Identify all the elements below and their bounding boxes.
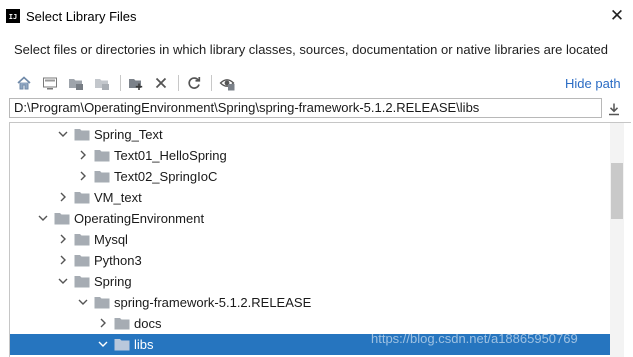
- chevron-down-icon[interactable]: [77, 296, 89, 308]
- toolbar-separator: [120, 75, 121, 91]
- chevron-right-icon[interactable]: [97, 317, 109, 329]
- tree-node-label: OperatingEnvironment: [74, 211, 205, 226]
- tree-node[interactable]: Spring: [10, 271, 610, 292]
- download-icon[interactable]: [604, 99, 624, 119]
- tree-node-label: VM_text: [94, 190, 142, 205]
- folder-icon: [74, 128, 90, 141]
- path-input[interactable]: D:\Program\OperatingEnvironment\Spring\s…: [9, 98, 602, 118]
- tree-node-label: spring-framework-5.1.2.RELEASE: [114, 295, 312, 310]
- folder-icon: [54, 212, 70, 225]
- tree-node[interactable]: docs: [10, 313, 610, 334]
- toolbar-separator: [211, 75, 212, 91]
- chevron-right-icon[interactable]: [57, 191, 69, 203]
- tree-node[interactable]: Text01_HelloSpring: [10, 145, 610, 166]
- scrollbar-thumb[interactable]: [611, 163, 623, 219]
- folder-icon: [74, 191, 90, 204]
- chevron-down-icon[interactable]: [97, 338, 109, 350]
- tree-node-label: docs: [134, 316, 162, 331]
- delete-icon[interactable]: [150, 72, 172, 94]
- folder-icon: [94, 170, 110, 183]
- tree-node[interactable]: Spring_Text: [10, 124, 610, 145]
- chevron-right-icon[interactable]: [57, 254, 69, 266]
- vertical-scrollbar[interactable]: [610, 123, 624, 357]
- folder-icon: [114, 338, 130, 351]
- new-folder-icon[interactable]: [125, 72, 147, 94]
- tree-node-label: Text02_SpringIoC: [114, 169, 218, 184]
- folder-icon: [114, 317, 130, 330]
- chevron-right-icon[interactable]: [77, 149, 89, 161]
- tree-node[interactable]: Text02_SpringIoC: [10, 166, 610, 187]
- tree-node[interactable]: OperatingEnvironment: [10, 208, 610, 229]
- refresh-icon[interactable]: [183, 72, 205, 94]
- folder-icon: [94, 149, 110, 162]
- tree-node-label: libs: [134, 337, 154, 352]
- project-folder-icon[interactable]: [65, 72, 87, 94]
- folder-icon: [74, 254, 90, 267]
- tree-node-label: Python3: [94, 253, 142, 268]
- chevron-down-icon[interactable]: [37, 212, 49, 224]
- intellij-app-icon: IJ: [6, 9, 20, 23]
- folder-icon: [74, 275, 90, 288]
- desktop-icon[interactable]: [39, 72, 61, 94]
- chevron-right-icon[interactable]: [77, 170, 89, 182]
- chevron-down-icon[interactable]: [57, 275, 69, 287]
- file-tree[interactable]: Spring_Text Text01_HelloSpring Text02_Spri…: [9, 122, 631, 357]
- toolbar-separator: [178, 75, 179, 91]
- chevron-right-icon[interactable]: [57, 233, 69, 245]
- close-button[interactable]: ✕: [604, 3, 630, 29]
- window-title: Select Library Files: [26, 9, 137, 24]
- module-folder-icon[interactable]: [91, 72, 113, 94]
- title-bar: IJ Select Library Files ✕: [0, 0, 633, 34]
- tree-node[interactable]: VM_text: [10, 187, 610, 208]
- dialog-description: Select files or directories in which lib…: [14, 42, 608, 57]
- home-icon[interactable]: [13, 72, 35, 94]
- tree-node-label: Text01_HelloSpring: [114, 148, 227, 163]
- tree-node[interactable]: Mysql: [10, 229, 610, 250]
- folder-icon: [94, 296, 110, 309]
- chevron-down-icon[interactable]: [57, 128, 69, 140]
- tree-node-label: Mysql: [94, 232, 128, 247]
- folder-icon: [74, 233, 90, 246]
- tree-node-label: Spring: [94, 274, 132, 289]
- hide-path-link[interactable]: Hide path: [565, 76, 621, 91]
- tree-node[interactable]: Python3: [10, 250, 610, 271]
- show-hidden-icon[interactable]: [216, 72, 238, 94]
- tree-node[interactable]: libs: [10, 334, 610, 355]
- tree-node[interactable]: spring-framework-5.1.2.RELEASE: [10, 292, 610, 313]
- tree-node-label: Spring_Text: [94, 127, 163, 142]
- toolbar: [9, 72, 631, 94]
